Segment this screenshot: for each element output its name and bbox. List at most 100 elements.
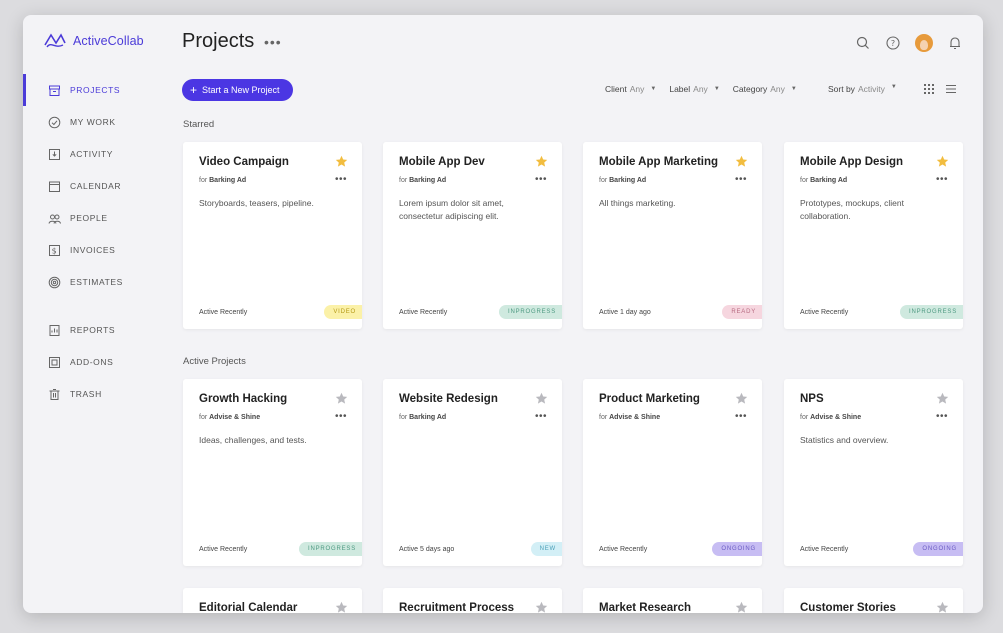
project-description: Lorem ipsum dolor sit amet, consectetur … [399,198,504,221]
client-name: Barking Ad [409,177,447,184]
card-more-icon[interactable]: ••• [335,411,347,422]
project-card[interactable]: Mobile App Dev for Barking Ad ••• Lorem … [383,142,562,329]
logo-text: ActiveCollab [73,34,144,48]
list-view-icon[interactable] [945,83,957,95]
nav-gap [23,298,173,314]
star-outline-icon[interactable] [335,601,348,613]
project-card[interactable]: Video Campaign for Barking Ad ••• Storyb… [183,142,362,329]
sidebar-item-calendar[interactable]: CALENDAR [23,170,173,202]
for-label: for [599,414,608,421]
activity-icon [48,148,61,161]
filter-label-dropdown[interactable]: Label Any ▼ [669,84,719,94]
star-filled-icon[interactable] [535,155,548,168]
star-filled-icon[interactable] [936,155,949,168]
sidebar-item-add-ons[interactable]: ADD-ONS [23,346,173,378]
star-outline-icon[interactable] [335,392,348,405]
project-client: for Barking Ad [399,177,446,184]
sidebar-item-activity[interactable]: ACTIVITY [23,138,173,170]
card-more-icon[interactable]: ••• [936,411,948,422]
star-filled-icon[interactable] [335,155,348,168]
for-label: for [599,177,608,184]
star-outline-icon[interactable] [936,392,949,405]
filter-value: Any [629,84,645,94]
project-card[interactable]: NPS for Advise & Shine ••• Statistics an… [784,379,963,566]
client-name: Barking Ad [409,414,447,421]
card-more-icon[interactable]: ••• [335,174,347,185]
sidebar-item-label: ACTIVITY [70,149,114,159]
filter-client[interactable]: Client Any ▼ [605,84,656,94]
filter-category[interactable]: Category Any ▼ [733,84,797,94]
svg-text:?: ? [891,39,895,48]
sidebar-item-trash[interactable]: TRASH [23,378,173,410]
project-card[interactable]: Product Marketing for Advise & Shine •••… [583,379,762,566]
project-title: NPS [800,393,824,405]
estimates-icon [48,276,61,289]
project-card[interactable]: Mobile App Design for Barking Ad ••• Pro… [784,142,963,329]
project-title: Customer Stories [800,602,896,613]
project-title: Market Research [599,602,692,613]
sidebar-item-projects[interactable]: PROJECTS [23,74,173,106]
card-more-icon[interactable]: ••• [535,411,547,422]
project-card[interactable]: Editorial Calendar [183,588,362,613]
sidebar-item-label: PEOPLE [70,213,108,223]
plus-icon: + [190,83,198,97]
status-badge: ONGOING [913,542,963,556]
start-new-project-button[interactable]: + Start a New Project [182,79,293,101]
bell-icon[interactable] [947,35,963,51]
app-window: ActiveCollab PROJECTS MY WORK ACTIVITY C… [23,15,983,613]
star-outline-icon[interactable] [735,392,748,405]
star-outline-icon[interactable] [535,601,548,613]
star-outline-icon[interactable] [535,392,548,405]
star-filled-icon[interactable] [735,155,748,168]
sidebar-item-label: ESTIMATES [70,277,123,287]
project-client: for Barking Ad [399,414,446,421]
help-icon[interactable]: ? [885,35,901,51]
card-more-icon[interactable]: ••• [936,174,948,185]
star-outline-icon[interactable] [735,601,748,613]
sort-label: Sort by [828,84,855,94]
project-card[interactable]: Market Research [583,588,762,613]
sidebar-item-people[interactable]: PEOPLE [23,202,173,234]
filter-value: Any [693,84,708,94]
sidebar-item-invoices[interactable]: $ INVOICES [23,234,173,266]
project-card[interactable]: Website Redesign for Barking Ad ••• Acti… [383,379,562,566]
sidebar: ActiveCollab PROJECTS MY WORK ACTIVITY C… [23,15,173,613]
project-description: Storyboards, teasers, pipeline. [199,198,314,208]
sidebar-item-reports[interactable]: REPORTS [23,314,173,346]
card-more-icon[interactable]: ••• [535,174,547,185]
projects-icon [48,84,61,97]
project-card[interactable]: Customer Stories [784,588,963,613]
sidebar-item-label: TRASH [70,389,102,399]
sort-dropdown[interactable]: Sort by Activity ▼ [828,84,897,94]
project-title: Mobile App Design [800,156,904,168]
logo[interactable]: ActiveCollab [43,31,144,51]
card-more-icon[interactable]: ••• [735,411,747,422]
card-more-icon[interactable]: ••• [735,174,747,185]
sidebar-item-label: ADD-ONS [70,357,114,367]
project-card[interactable]: Mobile App Marketing for Barking Ad ••• … [583,142,762,329]
project-activity: Active 5 days ago [399,546,455,553]
grid-view-icon[interactable] [923,83,935,95]
sidebar-item-estimates[interactable]: ESTIMATES [23,266,173,298]
project-title: Growth Hacking [199,393,288,405]
for-label: for [399,414,408,421]
more-options-icon[interactable]: ••• [264,34,282,50]
project-description: Ideas, challenges, and tests. [199,435,307,445]
project-client: for Barking Ad [199,177,246,184]
project-card[interactable]: Growth Hacking for Advise & Shine ••• Id… [183,379,362,566]
status-badge: READY [722,305,762,319]
sidebar-item-my-work[interactable]: MY WORK [23,106,173,138]
project-card[interactable]: Recruitment Process [383,588,562,613]
sidebar-nav: PROJECTS MY WORK ACTIVITY CALENDAR PEOPL… [23,74,173,410]
avatar[interactable] [915,34,933,52]
filter-label: Label [669,84,691,94]
client-name: Barking Ad [609,177,647,184]
avatar-face [920,40,928,50]
client-name: Barking Ad [810,177,848,184]
for-label: for [800,177,809,184]
sidebar-item-label: MY WORK [70,117,116,127]
star-outline-icon[interactable] [936,601,949,613]
search-icon[interactable] [855,35,871,51]
invoice-icon: $ [48,244,61,257]
project-title: Website Redesign [399,393,498,405]
